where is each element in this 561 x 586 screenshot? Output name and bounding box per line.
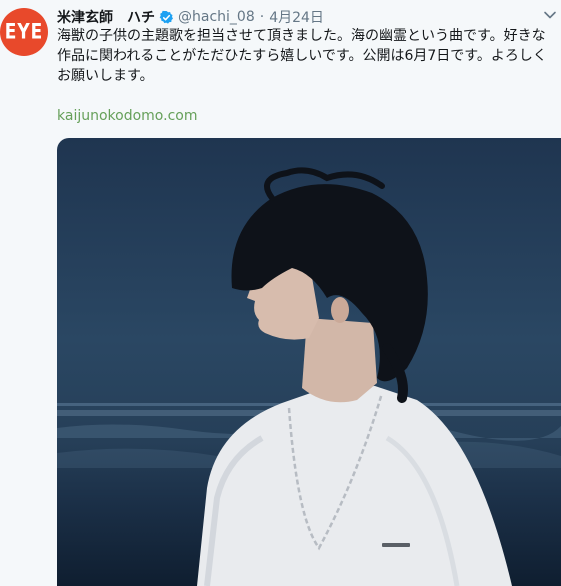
photo-illustration bbox=[57, 167, 561, 586]
tweet-photo[interactable] bbox=[57, 138, 561, 586]
author-handle[interactable]: @hachi_08 bbox=[178, 9, 255, 25]
chevron-down-icon[interactable] bbox=[543, 8, 557, 22]
tweet-date[interactable]: 4月24日 bbox=[269, 7, 324, 27]
separator-dot: · bbox=[259, 9, 265, 25]
verified-badge-icon bbox=[159, 10, 173, 24]
avatar[interactable]: EYE bbox=[0, 8, 48, 56]
tweet-header: 米津玄師 ハチ @hachi_08 · 4月24日 bbox=[57, 7, 561, 27]
tweet-link[interactable]: kaijunokodomo.com bbox=[57, 108, 197, 124]
tweet-text: 海獣の子供の主題歌を担当させて頂きました。海の幽霊という曲です。好きな作品に関わ… bbox=[57, 28, 547, 84]
author-name[interactable]: 米津玄師 ハチ bbox=[57, 7, 155, 27]
avatar-logo-text: EYE bbox=[4, 19, 44, 45]
